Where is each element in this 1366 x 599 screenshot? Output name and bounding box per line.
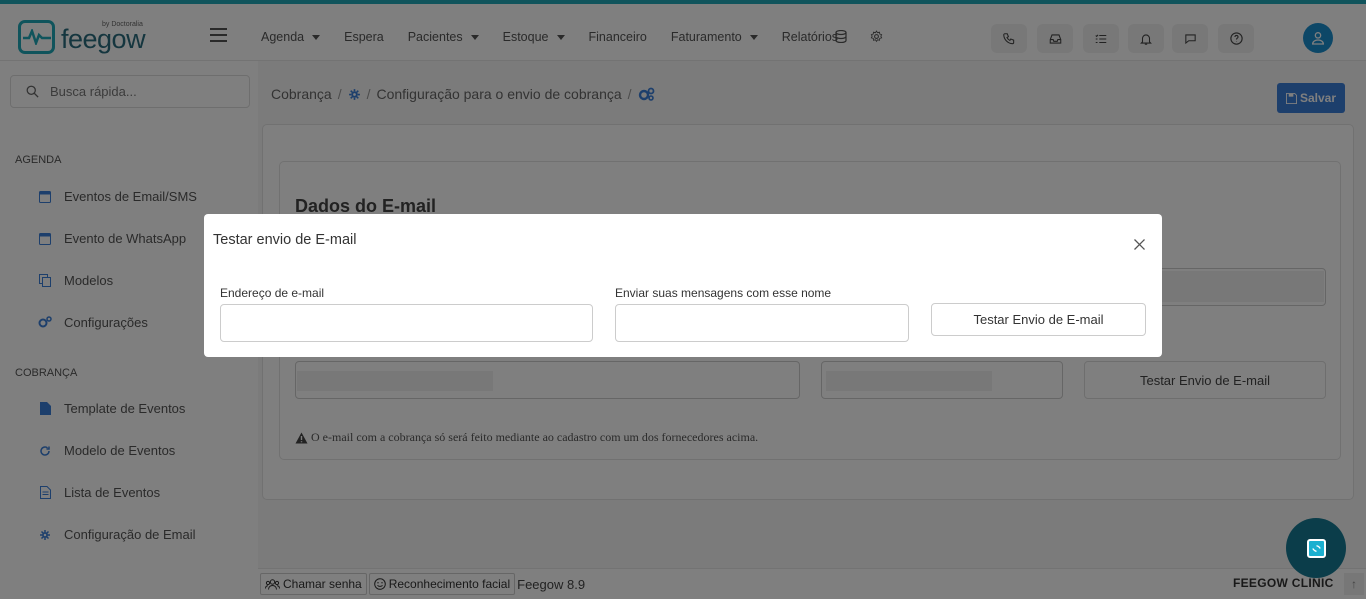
sender-name-label: Enviar suas mensagens com esse nome xyxy=(615,286,832,300)
sender-name-field[interactable] xyxy=(615,304,909,342)
close-icon[interactable] xyxy=(1131,236,1147,252)
test-email-button[interactable]: Testar Envio de E-mail xyxy=(931,303,1146,336)
test-email-modal: Testar envio de E-mail Endereço de e-mai… xyxy=(204,214,1162,357)
chat-widget-button[interactable] xyxy=(1286,518,1346,578)
modal-title: Testar envio de E-mail xyxy=(213,232,357,248)
email-field-label: Endereço de e-mail xyxy=(220,286,325,300)
chat-widget-icon xyxy=(1306,538,1326,558)
email-field[interactable] xyxy=(220,304,593,342)
